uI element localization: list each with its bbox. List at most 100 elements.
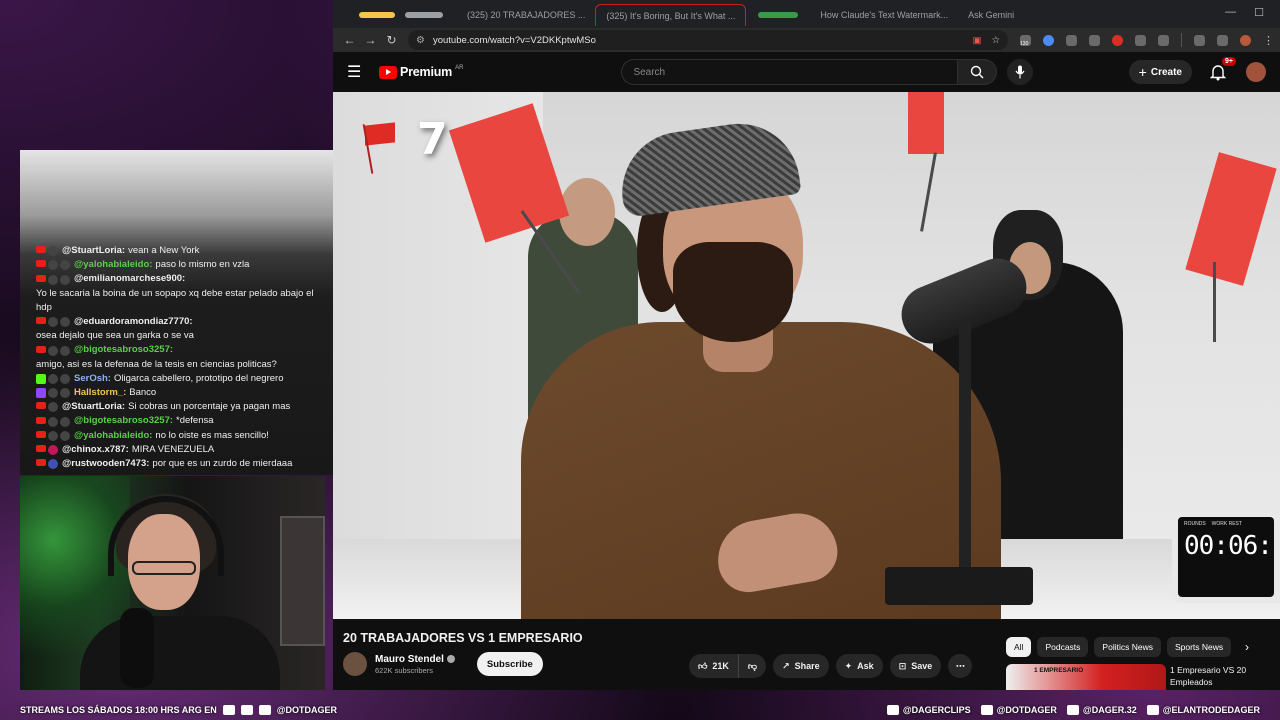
flag-pole: [920, 152, 937, 232]
side-panel-icon[interactable]: [1194, 34, 1206, 46]
tab-1[interactable]: (325) 20 TRABAJADORES ...: [457, 4, 595, 26]
tab-placeholder-1[interactable]: [359, 12, 395, 18]
save-button[interactable]: ⊡ Save: [889, 654, 942, 678]
tab-2[interactable]: (325) It's Boring, But It's What ...: [595, 4, 747, 26]
handle-text: @ELANTRODEDAGER: [1162, 705, 1260, 715]
timer-label-work-rest: WORK REST: [1211, 521, 1242, 527]
chip-politics-news[interactable]: Politics News: [1094, 637, 1161, 657]
search-button[interactable]: [957, 59, 998, 85]
verified-icon: [446, 655, 455, 663]
account-avatar[interactable]: [1246, 62, 1266, 82]
subscribe-button[interactable]: Subscribe: [476, 652, 543, 676]
twitch-icon: [258, 705, 271, 715]
back-icon[interactable]: ←: [339, 33, 360, 47]
tab-3[interactable]: How Claude's Text Watermark...: [810, 4, 958, 26]
youtube-icon: [36, 402, 46, 410]
chat-username: @bigotesabroso3257:: [74, 415, 174, 427]
share-icon: ↗: [782, 660, 790, 671]
media-icon[interactable]: [1217, 34, 1229, 46]
region-code: AR: [455, 65, 464, 71]
create-button[interactable]: + Create: [1128, 60, 1192, 84]
related-video[interactable]: 1 EMPRESARIO 1 Empresario VS 20 Empleado…: [1006, 664, 1260, 690]
related-thumbnail[interactable]: 1 EMPRESARIO: [1006, 664, 1166, 690]
bookmark-star-icon[interactable]: ☆: [991, 35, 1000, 46]
profile-avatar[interactable]: [1240, 34, 1252, 46]
chat-text: no lo oiste es mas sencillo!: [155, 429, 269, 441]
channel-name[interactable]: Mauro Stendel: [375, 654, 455, 665]
chat-username: Hallstorm_:: [74, 387, 127, 399]
chip-sports-news[interactable]: Sports News: [1166, 637, 1232, 657]
tab-4[interactable]: Ask Gemini: [958, 4, 1024, 26]
schedule-handle: @DOTDAGER: [276, 705, 337, 715]
user-avatar: [48, 444, 58, 455]
chat-badges: [36, 430, 70, 441]
chat-message: @emilianomarchese900: Yo le sacaria la b…: [36, 272, 328, 315]
chip-all[interactable]: All: [1006, 637, 1032, 657]
extension-icon-2[interactable]: [1066, 34, 1078, 46]
extension-icon-red[interactable]: [1112, 34, 1124, 46]
browser-toolbar: ← → ↻ ⚙ youtube.com/watch?v=V2DKKptwMSo …: [333, 28, 1280, 52]
microphone-icon: [1015, 65, 1025, 79]
tab-2-label: (325) It's Boring, But It's What ...: [606, 10, 736, 21]
youtube-icon: [36, 444, 46, 452]
channel-row: Mauro Stendel 622K subscribers Subscribe: [343, 652, 543, 676]
like-button[interactable]: 👍︎ 21K: [689, 654, 739, 678]
plus-icon: +: [1138, 64, 1147, 80]
open-in-app-icon[interactable]: ▣: [973, 35, 982, 46]
reload-icon[interactable]: ↻: [381, 33, 402, 47]
window-controls: — ☐: [1225, 0, 1280, 19]
youtube-icon: [36, 459, 46, 467]
extension-icon-blue[interactable]: [1043, 34, 1055, 46]
twitch-icon: [36, 388, 46, 399]
social-tiktok: @ELANTRODEDAGER: [1146, 705, 1260, 715]
mic-stand: [959, 322, 971, 582]
menu-icon[interactable]: ☰: [347, 62, 373, 82]
chips-next-button[interactable]: ›: [1237, 637, 1257, 657]
voice-search-button[interactable]: [1007, 59, 1034, 85]
schedule-info: STREAMS LOS SÁBADOS 18:00 HRS ARG EN @DO…: [20, 705, 337, 715]
extension-icon-4[interactable]: [1135, 34, 1147, 46]
chat-message: Hallstorm_: Banco: [36, 386, 328, 400]
user-avatar: [48, 459, 58, 470]
share-button[interactable]: ↗ Share: [773, 654, 829, 678]
extension-icon-3[interactable]: [1089, 34, 1101, 46]
maximize-icon[interactable]: ☐: [1254, 6, 1264, 19]
video-player[interactable]: 7 ROUNDS WORK REST 00:06:: [333, 92, 1280, 619]
notifications-button[interactable]: 9+: [1209, 57, 1236, 81]
ask-button[interactable]: ✦ Ask: [835, 654, 883, 678]
chat-badges: [36, 260, 70, 271]
tab-placeholder-2[interactable]: [405, 12, 443, 18]
chat-badges: [36, 345, 70, 356]
channel-name-text: Mauro Stendel: [375, 653, 444, 665]
address-bar[interactable]: ⚙ youtube.com/watch?v=V2DKKptwMSo ▣ ☆: [408, 30, 1009, 50]
timer-labels: ROUNDS WORK REST: [1184, 521, 1268, 527]
search-input[interactable]: Search: [621, 59, 958, 85]
bookmark-icon: ⊡: [898, 660, 907, 671]
channel-avatar[interactable]: [343, 652, 367, 676]
chip-podcasts[interactable]: Podcasts: [1037, 637, 1089, 657]
social-handles: @DAGERCLIPS @DOTDAGER @DAGER.32 @ELANTRO…: [886, 705, 1260, 715]
extension-icon[interactable]: 130: [1020, 34, 1032, 47]
more-actions-button[interactable]: ⋯: [948, 654, 973, 678]
webcam-feed: [20, 476, 325, 690]
extensions-puzzle-icon[interactable]: [1158, 34, 1170, 46]
chat-message: @chinox.x787: MIRA VENEZUELA: [36, 443, 328, 457]
video-actions: 👍︎ 21K 👎︎ ↗ Share ✦ Ask ⊡ Save ⋯: [689, 654, 973, 678]
tab-placeholder-3[interactable]: [758, 12, 799, 18]
chat-username: @bigotesabroso3257:: [74, 344, 174, 356]
dislike-button[interactable]: 👎︎: [738, 654, 767, 678]
forward-icon[interactable]: →: [360, 33, 381, 47]
related-title[interactable]: 1 Empresario VS 20 Empleados: [1170, 664, 1260, 690]
chat-username: @chinox.x787:: [62, 443, 129, 455]
chat-text: paso lo mismo en vzla: [155, 259, 250, 271]
site-info-icon[interactable]: ⚙: [416, 35, 425, 46]
chat-text: osea dejalo que sea un garka o se va: [36, 330, 194, 342]
channel-info: Mauro Stendel 622K subscribers: [375, 654, 455, 675]
browser-menu-icon[interactable]: ⋮: [1263, 34, 1274, 47]
minimize-icon[interactable]: —: [1225, 6, 1236, 19]
user-avatar: [48, 274, 58, 285]
chat-text: Si cobras un porcentaje ya pagan mas: [128, 401, 291, 413]
ask-label: Ask: [857, 661, 874, 671]
youtube-logo[interactable]: Premium AR: [379, 65, 463, 79]
search-bar: Search: [621, 59, 1034, 85]
